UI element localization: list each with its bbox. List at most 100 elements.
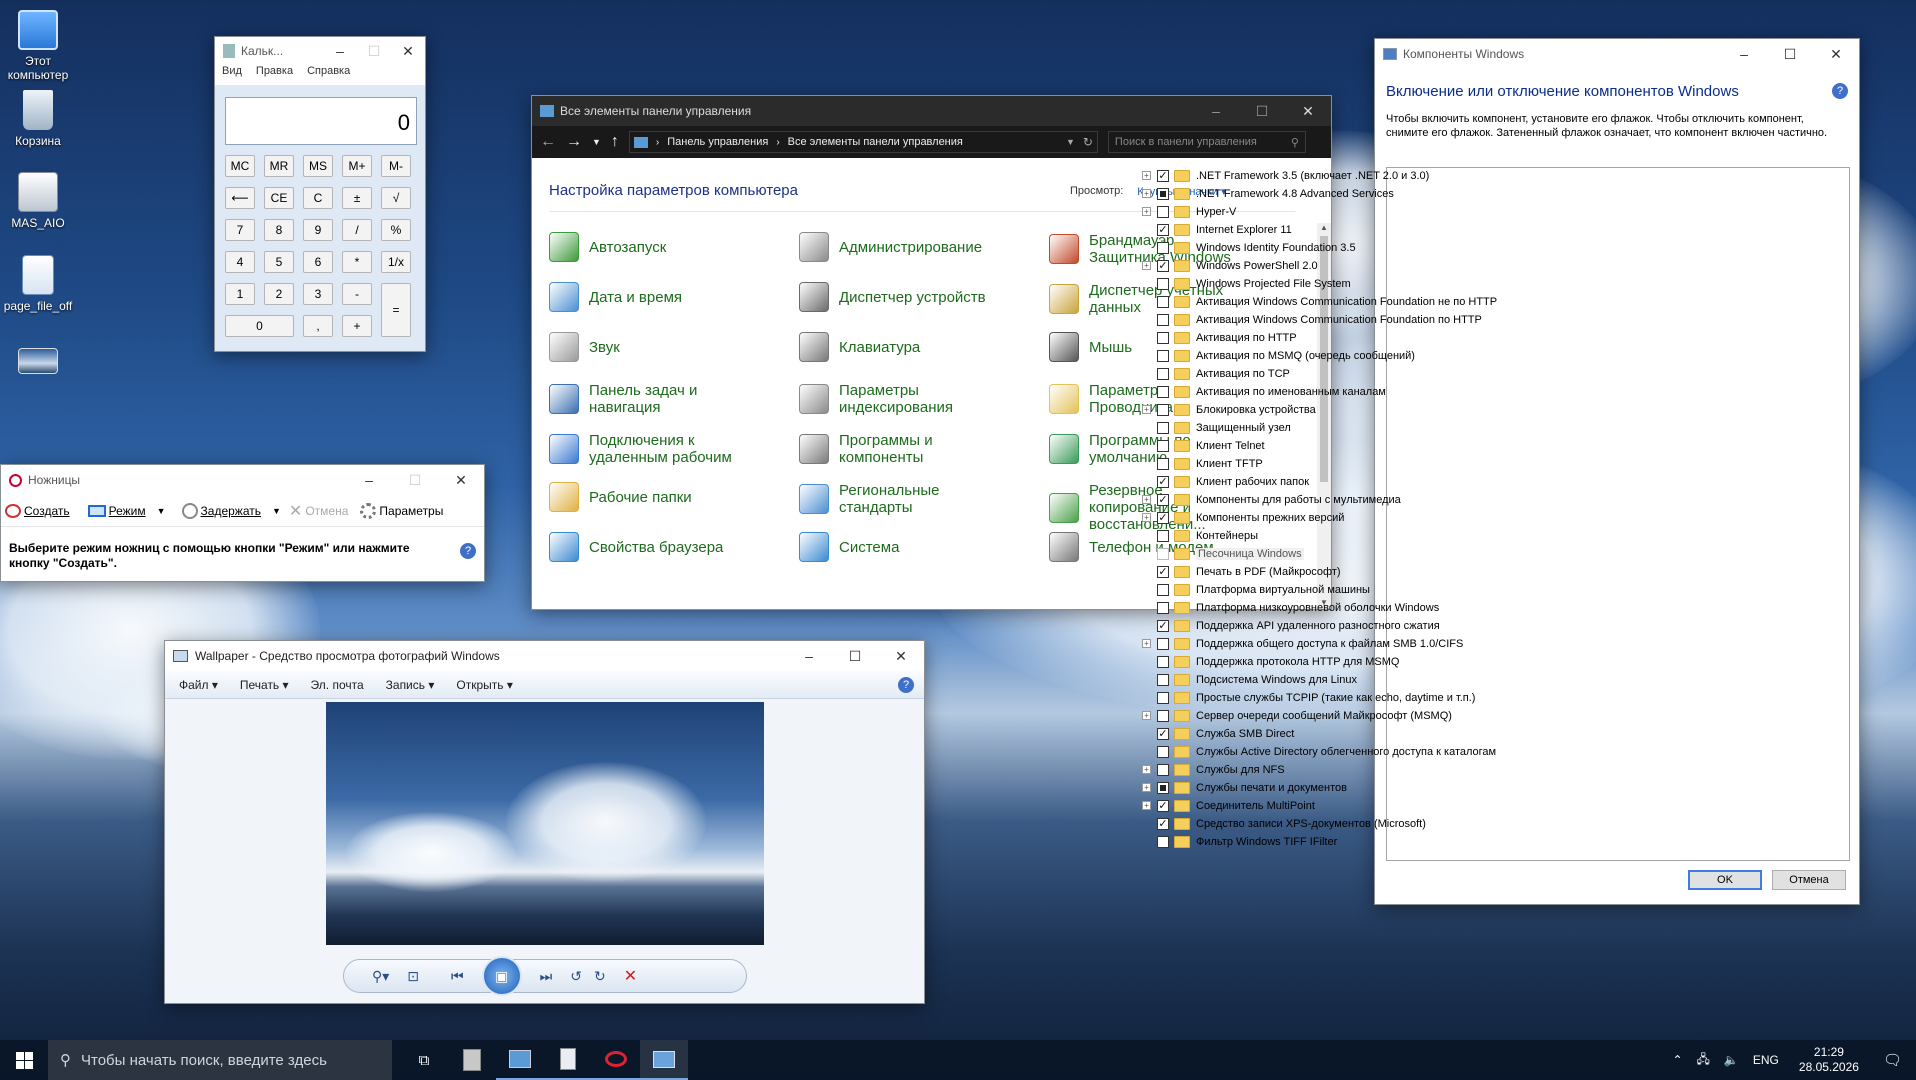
feature-item[interactable]: Контейнеры xyxy=(1142,528,1258,543)
delete-icon[interactable]: ✕ xyxy=(624,966,637,986)
minimize-button[interactable]: – xyxy=(786,641,832,671)
feature-checkbox[interactable]: ✓ xyxy=(1157,799,1169,812)
calc-key[interactable]: 3 xyxy=(303,283,333,305)
control-panel-item[interactable]: Администрирование xyxy=(799,232,999,262)
menu-print[interactable]: Печать ▾ xyxy=(240,678,289,692)
feature-checkbox[interactable]: ✓ xyxy=(1157,493,1169,506)
desktop-icon-computer[interactable]: Этот компьютер xyxy=(0,10,76,82)
control-panel-item[interactable]: Программы и компоненты xyxy=(799,432,999,466)
expand-icon[interactable]: + xyxy=(1142,783,1151,792)
expand-icon[interactable]: + xyxy=(1142,639,1151,648)
feature-checkbox[interactable] xyxy=(1157,745,1169,758)
feature-item[interactable]: Активация по TCP xyxy=(1142,366,1290,381)
feature-item[interactable]: Клиент TFTP xyxy=(1142,456,1263,471)
feature-checkbox[interactable] xyxy=(1157,691,1169,704)
feature-checkbox[interactable] xyxy=(1157,547,1169,560)
feature-item[interactable]: + Блокировка устройства xyxy=(1142,402,1316,417)
feature-item[interactable]: + Службы печати и документов xyxy=(1142,780,1347,795)
feature-item[interactable]: + ✓ Компоненты прежних версий xyxy=(1142,510,1344,525)
feature-checkbox[interactable] xyxy=(1157,277,1169,290)
taskbar-app-snipping[interactable] xyxy=(592,1040,640,1080)
expand-icon[interactable]: + xyxy=(1142,495,1151,504)
control-panel-item[interactable]: Резервное копирование и восстановлени... xyxy=(1049,482,1249,533)
feature-checkbox[interactable]: ✓ xyxy=(1157,169,1169,182)
feature-checkbox[interactable]: ✓ xyxy=(1157,817,1169,830)
calc-key[interactable]: MR xyxy=(264,155,294,177)
calc-key[interactable]: , xyxy=(303,315,333,337)
calc-key[interactable]: 8 xyxy=(264,219,294,241)
clock[interactable]: 21:29 28.05.2026 xyxy=(1799,1045,1859,1075)
desktop-icon-page-file-off[interactable]: page_file_off xyxy=(0,255,76,313)
calc-key[interactable]: CE xyxy=(264,187,294,209)
breadcrumb-item[interactable]: Все элементы панели управления xyxy=(788,136,963,148)
feature-item[interactable]: ✓ Печать в PDF (Майкрософт) xyxy=(1142,564,1341,579)
expand-icon[interactable]: + xyxy=(1142,207,1151,216)
feature-checkbox[interactable] xyxy=(1157,403,1169,416)
feature-checkbox[interactable] xyxy=(1157,601,1169,614)
feature-item[interactable]: Поддержка протокола HTTP для MSMQ xyxy=(1142,654,1399,669)
feature-checkbox[interactable] xyxy=(1157,385,1169,398)
control-panel-item[interactable]: Рабочие папки xyxy=(549,482,749,512)
close-button[interactable]: ✕ xyxy=(1813,39,1859,69)
calc-key[interactable]: M+ xyxy=(342,155,372,177)
desktop-icon-mas-aio[interactable]: MAS_AIO xyxy=(0,172,76,230)
calc-key[interactable]: = xyxy=(381,283,411,337)
help-icon[interactable]: ? xyxy=(898,676,914,693)
help-icon[interactable]: ? xyxy=(1832,83,1848,99)
control-panel-item[interactable]: Звук xyxy=(549,332,749,362)
feature-item[interactable]: Простые службы TCPIP (такие как echo, da… xyxy=(1142,690,1475,705)
start-button[interactable] xyxy=(0,1040,48,1080)
calc-key[interactable]: 1 xyxy=(225,283,255,305)
feature-item[interactable]: Активация по MSMQ (очередь сообщений) xyxy=(1142,348,1415,363)
ok-button[interactable]: OK xyxy=(1688,870,1762,890)
feature-checkbox[interactable]: ✓ xyxy=(1157,511,1169,524)
delay-button[interactable]: Задержать ▼ xyxy=(181,502,281,519)
refresh-icon[interactable]: ↻ xyxy=(1083,135,1093,149)
calc-key[interactable]: MC xyxy=(225,155,255,177)
maximize-button[interactable]: ☐ xyxy=(1767,39,1813,69)
control-panel-item[interactable]: Подключения к удаленным рабочим xyxy=(549,432,749,466)
feature-item[interactable]: Windows Projected File System xyxy=(1142,276,1351,291)
expand-icon[interactable]: + xyxy=(1142,405,1151,414)
maximize-button[interactable]: ☐ xyxy=(1239,96,1285,126)
expand-icon[interactable]: + xyxy=(1142,711,1151,720)
menu-help[interactable]: Справка xyxy=(307,65,350,85)
taskbar-app-photo-viewer[interactable] xyxy=(640,1040,688,1080)
close-button[interactable]: ✕ xyxy=(1285,96,1331,126)
calc-key[interactable]: - xyxy=(342,283,372,305)
feature-checkbox[interactable] xyxy=(1157,835,1169,848)
feature-item[interactable]: + ✓ Windows PowerShell 2.0 xyxy=(1142,258,1318,273)
menu-edit[interactable]: Правка xyxy=(256,65,293,85)
minimize-button[interactable]: – xyxy=(323,37,357,66)
feature-item[interactable]: Подсистема Windows для Linux xyxy=(1142,672,1357,687)
feature-checkbox[interactable]: ✓ xyxy=(1157,727,1169,740)
feature-item[interactable]: ✓ Клиент рабочих папок xyxy=(1142,474,1309,489)
feature-item[interactable]: Windows Identity Foundation 3.5 xyxy=(1142,240,1356,255)
minimize-button[interactable]: – xyxy=(1721,39,1767,69)
feature-item[interactable]: Активация по именованным каналам xyxy=(1142,384,1386,399)
desktop-icon-recycle-bin[interactable]: Корзина xyxy=(0,90,76,148)
expand-icon[interactable]: + xyxy=(1142,171,1151,180)
feature-item[interactable]: Песочница Windows xyxy=(1142,546,1304,561)
calc-key[interactable]: % xyxy=(381,219,411,241)
expand-icon[interactable]: + xyxy=(1142,189,1151,198)
options-button[interactable]: Параметры xyxy=(360,502,443,519)
taskbar-app-control-panel[interactable] xyxy=(496,1040,544,1080)
feature-item[interactable]: Платформа низкоуровневой оболочки Window… xyxy=(1142,600,1439,615)
menu-file[interactable]: Файл ▾ xyxy=(179,678,218,692)
feature-item[interactable]: + Сервер очереди сообщений Майкрософт (MS… xyxy=(1142,708,1452,723)
feature-item[interactable]: Защищенный узел xyxy=(1142,420,1291,435)
calc-key[interactable]: 4 xyxy=(225,251,255,273)
expand-icon[interactable]: + xyxy=(1142,261,1151,270)
close-button[interactable]: ✕ xyxy=(878,641,924,671)
feature-checkbox[interactable] xyxy=(1157,313,1169,326)
calc-key[interactable]: √ xyxy=(381,187,411,209)
slideshow-button[interactable]: ▣ xyxy=(481,956,522,996)
feature-checkbox[interactable]: ✓ xyxy=(1157,565,1169,578)
zoom-icon[interactable]: ⚲▾ xyxy=(372,968,389,985)
control-panel-item[interactable]: Панель задач и навигация xyxy=(549,382,749,416)
cancel-button[interactable]: Отмена xyxy=(1772,870,1846,890)
control-panel-item[interactable]: Система xyxy=(799,532,999,562)
control-panel-item[interactable]: Клавиатура xyxy=(799,332,999,362)
calc-key[interactable]: / xyxy=(342,219,372,241)
